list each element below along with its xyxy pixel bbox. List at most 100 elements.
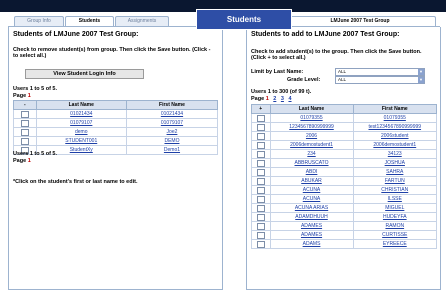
- row-checkbox-cell: [251, 176, 271, 186]
- last-name-link[interactable]: ABDI: [306, 169, 318, 175]
- last-name-link[interactable]: STUDENT001: [65, 138, 97, 144]
- row-checkbox[interactable]: [256, 231, 265, 239]
- table-row: ACUNA CHRISTIAN: [251, 185, 438, 195]
- last-name-link[interactable]: ABUKAR: [301, 178, 322, 184]
- row-checkbox[interactable]: [256, 114, 265, 122]
- first-name-link[interactable]: JOSHUA: [385, 160, 405, 166]
- first-name-link[interactable]: EYREECE: [383, 241, 407, 247]
- first-name-link[interactable]: CHRISTIAN: [381, 187, 408, 193]
- last-name-link[interactable]: ACUNA ARIAS: [295, 205, 328, 211]
- row-checkbox-cell: [251, 221, 271, 231]
- last-name-link[interactable]: demo: [75, 129, 88, 135]
- last-name-link[interactable]: 2006demostudent1: [290, 142, 333, 148]
- last-name-link[interactable]: 01079355: [300, 115, 322, 121]
- row-checkbox[interactable]: [256, 168, 265, 176]
- last-name-link[interactable]: ADAMES: [301, 232, 322, 238]
- row-checkbox[interactable]: [256, 195, 265, 203]
- row-checkbox[interactable]: [256, 222, 265, 230]
- first-name-link[interactable]: HUDEYFA: [383, 214, 407, 220]
- table-row: STUDENT001 DEMO: [13, 136, 219, 146]
- last-name-cell: ADAMES: [269, 230, 354, 240]
- first-name-link[interactable]: 34123: [388, 151, 402, 157]
- last-name-cell: 2006demostudent1: [269, 140, 354, 150]
- table-row: 1234567890999999 test1234567890999999: [251, 122, 438, 132]
- last-name-link[interactable]: 01079107: [70, 120, 92, 126]
- right-instructions: Check to add student(s) to the group. Th…: [251, 49, 422, 61]
- first-name-link[interactable]: 01079107: [161, 120, 183, 126]
- last-name-link[interactable]: 01021434: [70, 111, 92, 117]
- last-name-link[interactable]: ACUNA: [303, 187, 321, 193]
- row-checkbox[interactable]: [20, 110, 29, 118]
- last-name-cell: 234: [269, 149, 354, 159]
- first-name-link[interactable]: DEMO: [164, 138, 179, 144]
- tab-group-info[interactable]: Group Info: [14, 16, 64, 26]
- row-checkbox[interactable]: [256, 123, 265, 131]
- row-checkbox[interactable]: [256, 186, 265, 194]
- first-name-link[interactable]: 01021434: [161, 111, 183, 117]
- first-name-link[interactable]: Demo1: [164, 147, 180, 153]
- first-name-cell: 01079107: [125, 118, 219, 128]
- last-name-cell: 01079355: [269, 113, 354, 123]
- last-name-link[interactable]: 2006: [306, 133, 317, 139]
- first-name-link[interactable]: CURTISSE: [382, 232, 407, 238]
- row-checkbox[interactable]: [256, 141, 265, 149]
- first-name-cell: MIGUEL: [352, 203, 438, 213]
- row-checkbox[interactable]: [256, 240, 265, 248]
- table-row: ACUNA ILSSE: [251, 194, 438, 204]
- first-name-link[interactable]: SAHRA: [386, 169, 403, 175]
- first-name-link[interactable]: 01079355: [384, 115, 406, 121]
- page-link-3[interactable]: 3: [281, 96, 284, 102]
- first-name-link[interactable]: ILSSE: [388, 196, 402, 202]
- row-checkbox-cell: [251, 185, 271, 195]
- last-name-link[interactable]: ADAMDHUUH: [295, 214, 328, 220]
- last-name-cell: demo: [35, 127, 127, 137]
- select-all-header[interactable]: +: [251, 104, 271, 114]
- select-all-header[interactable]: -: [13, 100, 37, 110]
- last-name-link[interactable]: 1234567890999999: [289, 124, 334, 130]
- limit-select[interactable]: ALL ▼: [335, 68, 425, 76]
- table-row: ADAMES CURTISSE: [251, 230, 438, 240]
- row-checkbox[interactable]: [20, 119, 29, 127]
- left-users-count-bottom: Users 1 to 5 of 5.: [13, 151, 58, 157]
- page-link-2[interactable]: 2: [273, 96, 276, 102]
- last-name-cell: ABDI: [269, 167, 354, 177]
- last-name-link[interactable]: ADAMS: [303, 241, 321, 247]
- grade-label: Grade Level:: [287, 77, 321, 83]
- row-checkbox-cell: [251, 203, 271, 213]
- last-name-link[interactable]: ABBRUSCATO: [295, 160, 329, 166]
- page-link-4[interactable]: 4: [288, 96, 291, 102]
- view-login-info-button[interactable]: View Student Login Info: [25, 69, 144, 79]
- first-name-link[interactable]: 2006demostudent1: [373, 142, 416, 148]
- last-name-link[interactable]: StudentXy: [70, 147, 93, 153]
- first-name-link[interactable]: test1234567890999999: [368, 124, 421, 130]
- last-name-link[interactable]: ADAMES: [301, 223, 322, 229]
- page-link-1[interactable]: 1: [266, 96, 269, 102]
- table-row: 2006 2006student: [251, 131, 438, 141]
- last-name-cell: ABUKAR: [269, 176, 354, 186]
- last-name-link[interactable]: ACUNA: [303, 196, 321, 202]
- last-name-cell: 2006: [269, 131, 354, 141]
- row-checkbox[interactable]: [20, 137, 29, 145]
- last-name-link[interactable]: 234: [307, 151, 315, 157]
- table-row: ADAMES RAMON: [251, 221, 438, 231]
- first-name-link[interactable]: RAMON: [385, 223, 404, 229]
- row-checkbox[interactable]: [256, 204, 265, 212]
- table-row: 2006demostudent1 2006demostudent1: [251, 140, 438, 150]
- grade-select[interactable]: ALL ▼: [335, 76, 425, 84]
- current-students-panel: Students of LMJune 2007 Test Group: Chec…: [8, 27, 223, 290]
- first-name-link[interactable]: FARTUN: [385, 178, 405, 184]
- first-name-cell: 01079355: [352, 113, 438, 123]
- row-checkbox[interactable]: [256, 150, 265, 158]
- row-checkbox[interactable]: [256, 159, 265, 167]
- first-name-link[interactable]: 2006student: [381, 133, 409, 139]
- row-checkbox[interactable]: [256, 213, 265, 221]
- row-checkbox[interactable]: [256, 177, 265, 185]
- first-name-link[interactable]: Joe2: [167, 129, 178, 135]
- row-checkbox[interactable]: [256, 132, 265, 140]
- first-name-link[interactable]: MIGUEL: [385, 205, 404, 211]
- tab-assignments[interactable]: Assignments: [115, 16, 169, 26]
- row-checkbox[interactable]: [20, 128, 29, 136]
- table-row: 01021434 01021434: [13, 109, 219, 119]
- table-row: 01079107 01079107: [13, 118, 219, 128]
- left-pagination-bottom: Page 1: [13, 158, 31, 164]
